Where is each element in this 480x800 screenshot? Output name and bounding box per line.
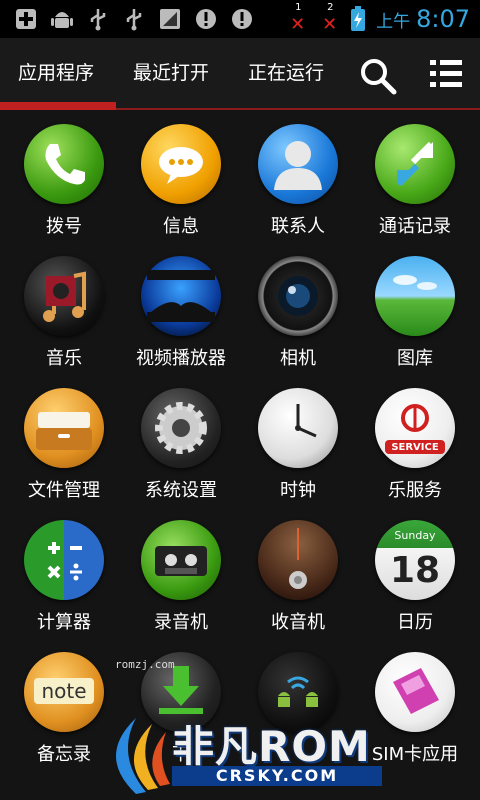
app-label: 音乐 [46,348,82,369]
app-label: 文件管理 [28,480,100,501]
camera-icon [258,256,338,336]
menu-icon[interactable] [428,56,464,92]
service-badge-text: SERVICE [391,442,439,453]
sim-card-icon [375,652,455,732]
folder-icon [24,388,104,468]
sim1-label: 1 [295,2,302,13]
app-label: 联系人 [271,216,325,237]
app-label: 图库 [397,348,433,369]
active-tab-indicator [0,102,116,110]
no-signal-icon [152,4,188,34]
app-label: 日历 [397,612,433,633]
message-icon [141,124,221,204]
app-settings[interactable]: 系统设置 [122,374,240,502]
alert-icon [188,4,224,34]
status-clock: 8:07 [416,5,470,33]
note-icon-text: note [34,678,94,704]
app-label: 系统设置 [145,480,217,501]
app-messages[interactable]: 信息 [122,110,240,238]
app-recorder[interactable]: 录音机 [122,506,240,634]
status-bar: 1 ✕ 2 ✕ 上午 8:07 [0,0,480,38]
app-label: 视频播放器 [136,348,226,369]
call-log-icon [375,124,455,204]
music-icon [24,256,104,336]
add-notification-icon [8,4,44,34]
calendar-date: 18 [389,550,441,591]
sim2-no-service-icon: 2 ✕ [322,2,338,35]
contacts-icon [258,124,338,204]
app-calendar[interactable]: Sunday 18 日历 [356,506,474,634]
watermark-site: CRSKY.COM [172,766,382,786]
sim2-label: 2 [327,2,334,13]
gear-icon [141,388,221,468]
app-le-service[interactable]: SERVICE 乐服务 [356,374,474,502]
app-label: 拨号 [46,216,82,237]
sim1-no-service-icon: 1 ✕ [290,2,306,35]
app-label: 相机 [280,348,316,369]
usb-icon [116,4,152,34]
radio-icon [258,520,338,600]
app-clock[interactable]: 时钟 [239,374,357,502]
watermark-small-text: romzj.com [115,658,175,671]
app-video-player[interactable]: 视频播放器 [122,242,240,370]
app-gallery[interactable]: 图库 [356,242,474,370]
android-icon [44,4,80,34]
tab-running[interactable]: 正在运行 [248,58,324,85]
watermark-brand: 非凡ROM [172,722,371,771]
video-icon [141,256,221,336]
app-label: 乐服务 [388,480,442,501]
battery-charging-icon [351,6,366,31]
calculator-icon [24,520,104,600]
app-label: 录音机 [154,612,208,633]
app-label: 收音机 [271,612,325,633]
app-calculator[interactable]: 计算器 [5,506,123,634]
phone-icon [24,124,104,204]
app-music[interactable]: 音乐 [5,242,123,370]
app-dialer[interactable]: 拨号 [5,110,123,238]
app-grid: 拨号 信息 联系人 通话记录 音乐 视频播放器 相机 图库 文件管理 系统设置 … [0,110,480,800]
calendar-day: Sunday [394,529,436,542]
am-pm-label: 上午 [376,11,411,32]
service-icon: SERVICE [375,388,455,468]
app-radio[interactable]: 收音机 [239,506,357,634]
cassette-icon [141,520,221,600]
app-label: 计算器 [37,612,91,633]
app-label: 通话记录 [379,216,451,237]
tab-recent[interactable]: 最近打开 [133,58,209,85]
note-icon: note [24,652,104,732]
search-icon[interactable] [358,56,398,96]
app-drawer-tab-bar: 应用程序 最近打开 正在运行 [0,38,480,110]
tab-apps[interactable]: 应用程序 [18,58,94,85]
app-contacts[interactable]: 联系人 [239,110,357,238]
gallery-icon [375,256,455,336]
app-camera[interactable]: 相机 [239,242,357,370]
usb-icon [80,4,116,34]
app-label: 信息 [163,216,199,237]
app-file-manager[interactable]: 文件管理 [5,374,123,502]
alert-icon [224,4,260,34]
clock-icon [258,388,338,468]
app-call-log[interactable]: 通话记录 [356,110,474,238]
app-label: 时钟 [280,480,316,501]
calendar-icon: Sunday 18 [375,520,455,600]
